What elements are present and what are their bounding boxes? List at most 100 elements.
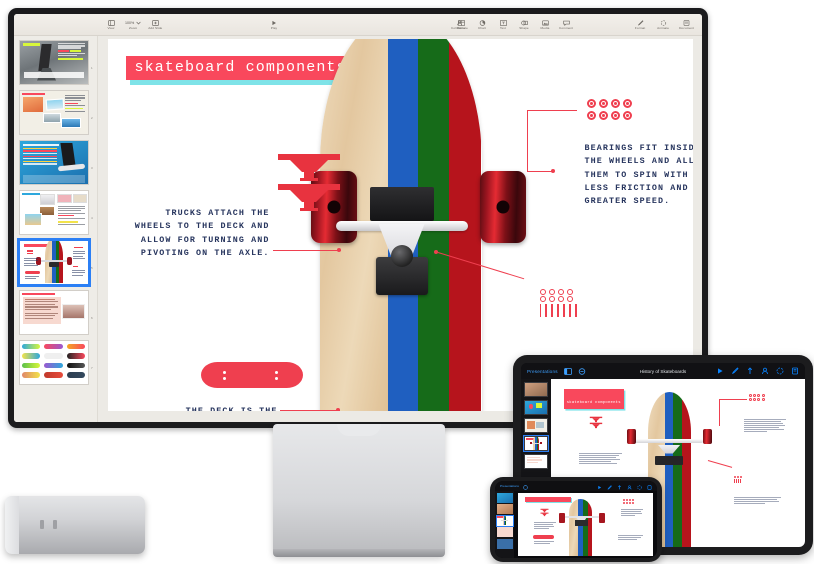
collaborate-icon[interactable] — [761, 363, 769, 380]
toolbar-animate-button[interactable]: Animate — [656, 19, 670, 30]
iphone-canvas — [514, 491, 657, 558]
mini-slide — [20, 241, 88, 284]
slide-thumbnail-2[interactable] — [19, 90, 89, 135]
iphone-thumbnail[interactable] — [496, 527, 513, 537]
leader-line-bearings-vert — [526, 110, 528, 172]
iphone-back-presentations[interactable]: Presentations — [500, 484, 519, 488]
ipad-document-title: History of Skateboards — [639, 368, 687, 374]
toolbar-text-label: Text — [499, 25, 507, 30]
toolbar-comment-label: Comment — [559, 25, 574, 30]
sidebar-icon[interactable] — [563, 363, 572, 380]
slide-number: 1 — [91, 66, 93, 70]
slide-number: 6 — [91, 316, 93, 320]
list-item[interactable]: 5 — [17, 238, 93, 287]
ipad-text-block-bearings — [744, 419, 790, 433]
ipad-slide-title: skateboard components — [566, 401, 621, 406]
toolbar-chart-label: Chart — [477, 25, 487, 30]
ipad-thumbnail-selected[interactable] — [523, 435, 549, 452]
list-item[interactable]: 6 — [19, 290, 93, 335]
callout-trucks: TRUCKS ATTACH THE WHEELS TO THE DECK AND… — [134, 208, 270, 258]
toolbar-comment-button[interactable]: Comment — [559, 19, 573, 30]
truck-illustration-icon — [277, 154, 340, 211]
toolbar-format-button[interactable]: Format — [633, 19, 647, 30]
ipad-thumbnail[interactable] — [524, 418, 548, 433]
ipad-thumbnail[interactable] — [524, 382, 548, 397]
ipad-wheel-left — [627, 429, 637, 445]
toolbar-document-label: Document — [679, 25, 694, 30]
slide-number: 5 — [91, 266, 93, 270]
ipad-truck-icon — [589, 416, 603, 429]
play-icon[interactable] — [716, 363, 724, 380]
ipad-axle — [634, 439, 704, 444]
list-item[interactable]: 3 — [19, 140, 93, 185]
leader-dot — [433, 250, 438, 254]
toolbar-media-button[interactable]: Media — [538, 19, 552, 30]
iphone-screen: Presentations — [495, 481, 657, 558]
display-stand-base — [273, 424, 445, 556]
toolbar-document-button[interactable]: Document — [679, 19, 694, 30]
toolbar-add-slide-label: Add Slide — [148, 25, 163, 30]
toolbar-format-label: Format — [634, 25, 646, 30]
toolbar-collaborate-label: Collaborate — [451, 25, 468, 30]
keynote-toolbar: View 100% Zoom Add Slide Play Table Char… — [14, 14, 702, 36]
iphone-thumbnail[interactable] — [496, 504, 513, 514]
toolbar-zoom-control[interactable]: 100% Zoom — [125, 19, 141, 30]
slide-navigator[interactable]: 1 2 3 4 5 6 7 — [14, 36, 98, 422]
leader-dot — [335, 408, 340, 411]
leader-dot — [336, 248, 341, 252]
wheel-right — [479, 171, 526, 243]
toolbar-chart-button[interactable]: Chart — [475, 19, 489, 30]
more-icon[interactable] — [791, 363, 799, 380]
ipad-bolts-icon — [733, 476, 742, 484]
slide-number: 4 — [91, 216, 93, 220]
iphone-thumbnail[interactable] — [496, 538, 513, 549]
slide-number: 7 — [91, 366, 93, 370]
kingpin-bushing — [390, 245, 413, 267]
slide-thumbnail-5-selected[interactable] — [17, 238, 91, 287]
ipad-text-block-screws — [733, 496, 785, 504]
toolbar-view-button[interactable]: View — [104, 19, 118, 30]
leader-line-bearings-to-wheel — [526, 171, 553, 173]
animate-icon[interactable] — [776, 363, 784, 380]
insert-icon[interactable] — [746, 363, 754, 380]
bearings-dot-grid-icon — [586, 99, 632, 120]
slide-thumbnail-1[interactable] — [19, 40, 89, 85]
iphone-thumbnail[interactable] — [496, 492, 513, 503]
ipad-text-block-trucks — [578, 452, 623, 464]
iphone-current-slide[interactable] — [518, 493, 653, 556]
toolbar-zoom-value: 100% — [125, 20, 135, 25]
toolbar-collaborate-button[interactable]: Collaborate — [451, 19, 468, 30]
toolbar-add-slide-button[interactable]: Add Slide — [148, 19, 162, 30]
mac-mini — [5, 496, 145, 554]
display-stand-foot — [273, 549, 445, 557]
scene-root: View 100% Zoom Add Slide Play Table Char… — [0, 0, 814, 564]
leader-line-deck — [279, 410, 340, 411]
list-item[interactable]: 4 — [19, 190, 93, 235]
truck-assembly — [335, 187, 468, 295]
iphone-toolbar: Presentations — [495, 481, 657, 491]
iphone-device: Presentations — [490, 477, 662, 562]
iphone-main — [495, 491, 657, 558]
iphone-thumbnail-selected[interactable] — [495, 514, 514, 527]
list-item[interactable]: 1 — [19, 40, 93, 85]
ipad-back-presentations[interactable]: Presentations — [527, 369, 558, 374]
slide-thumbnail-6[interactable] — [19, 290, 89, 335]
ipad-toolbar: Presentations History of Skateboards — [521, 363, 805, 379]
leader-line-bearings-top — [526, 110, 577, 112]
slide-number: 3 — [91, 166, 93, 170]
slide-thumbnail-4[interactable] — [19, 190, 89, 235]
toolbar-shape-button[interactable]: Shape — [517, 19, 531, 30]
ipad-thumbnail[interactable] — [524, 454, 548, 469]
toolbar-text-button[interactable]: Text — [496, 19, 510, 30]
toolbar-view-label: View — [107, 25, 115, 30]
format-brush-icon[interactable] — [731, 363, 739, 380]
iphone-slide-navigator[interactable] — [495, 491, 514, 558]
ipad-thumbnail[interactable] — [524, 400, 548, 415]
slide-thumbnail-3[interactable] — [19, 140, 89, 185]
list-item[interactable]: 7 — [19, 340, 93, 385]
list-item[interactable]: 2 — [19, 90, 93, 135]
toolbar-play-button[interactable]: Play — [267, 19, 281, 30]
zoom-icon[interactable] — [578, 363, 586, 380]
mac-mini-front — [5, 496, 19, 554]
slide-thumbnail-7[interactable] — [19, 340, 89, 385]
